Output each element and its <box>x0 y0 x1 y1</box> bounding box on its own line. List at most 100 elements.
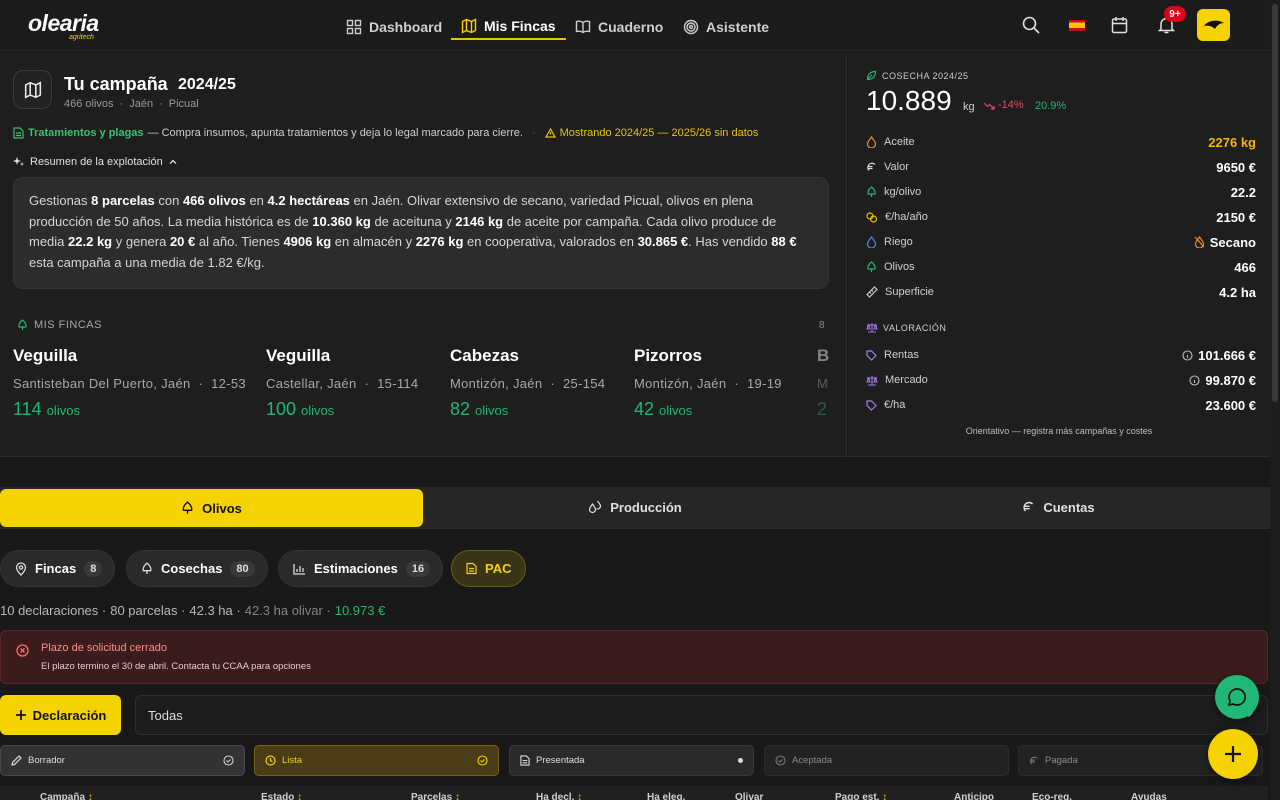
finca-location: Montizón, Jaén · 19-19 <box>634 376 782 391</box>
finca-location: Castellar, Jaén · 15-114 <box>266 376 418 391</box>
scrollbar-thumb[interactable] <box>1272 4 1278 402</box>
pill-pac[interactable]: PAC <box>451 550 527 587</box>
finca-card[interactable]: Veguilla Castellar, Jaén · 15-114 100 olivo… <box>266 346 418 420</box>
pill-count: 16 <box>405 560 431 577</box>
column-header-estado[interactable]: Estado ↕ <box>261 792 302 800</box>
status-step-aceptada[interactable]: Aceptada <box>764 745 1009 776</box>
harvest-row-olivos: Olivos 466 <box>866 257 1256 277</box>
status-step-presentada[interactable]: Presentada <box>509 745 754 776</box>
finca-ref: 15-114 <box>377 376 419 391</box>
row-value: 23.600 € <box>1205 397 1256 413</box>
summary-text: esta campaña a una media de 1.82 €/kg. <box>29 254 265 270</box>
finca-card[interactable]: Pizorros Montizón, Jaén · 19-19 42 olivos <box>634 346 782 420</box>
check-circle-icon <box>477 755 488 766</box>
status-step-lista[interactable]: Lista <box>254 745 499 776</box>
harvest-row-valor: Valor 9650 € <box>866 157 1256 177</box>
calendar-icon[interactable] <box>1111 16 1128 34</box>
nav-dashboard[interactable]: Dashboard <box>346 14 442 40</box>
finca-ref: 12-53 <box>211 376 246 391</box>
campaign-panel: Tu campaña 2024/25 466 olivos · Jaén · Pic… <box>0 52 847 457</box>
pill-label: PAC <box>485 561 512 576</box>
top-bar: olearia agritech Dashboard Mis Fincas Cu… <box>0 0 1280 51</box>
floating-add-button[interactable] <box>1208 729 1258 779</box>
finca-card[interactable]: B M 2 <box>817 346 829 420</box>
target-icon <box>683 19 699 35</box>
status-step-borrador[interactable]: Borrador <box>0 745 245 776</box>
column-header-anticipo[interactable]: Anticipo <box>954 792 994 800</box>
euro-icon <box>1022 501 1035 514</box>
separator: · <box>198 376 204 391</box>
column-header-campana[interactable]: Campaña ↕ <box>40 792 93 800</box>
valuation-heading-label: VALORACIÓN <box>883 322 947 333</box>
tab-olivos[interactable]: Olivos <box>0 489 423 527</box>
info-icon[interactable] <box>1189 374 1200 386</box>
harvest-heading-label: COSECHA 2024/25 <box>882 70 969 81</box>
summary-sold: 88 € <box>771 234 797 249</box>
water-icon <box>866 236 877 248</box>
column-header-parcelas[interactable]: Parcelas ↕ <box>411 792 460 800</box>
sparkles-icon <box>13 156 25 168</box>
summary-toggle[interactable]: Resumen de la explotación <box>13 156 178 168</box>
tree-icon <box>866 186 877 198</box>
finca-olivos-unit: olivos <box>475 403 509 418</box>
tab-produccion[interactable]: Producción <box>423 487 847 527</box>
pill-fincas[interactable]: Fincas 8 <box>0 550 116 587</box>
campaign-year: 2024/25 <box>178 76 236 93</box>
column-header-pago-est[interactable]: Pago est. ↕ <box>835 792 887 800</box>
document-icon <box>13 127 24 139</box>
page-scrollbar[interactable] <box>1270 0 1280 800</box>
sort-icon: ↕ <box>577 792 583 800</box>
summary-oil-kg: 2146 kg <box>455 213 504 229</box>
add-declaration-button[interactable]: Declaración <box>0 695 121 735</box>
column-header-olivar[interactable]: Olivar <box>735 792 763 800</box>
nav-mis-fincas-label: Mis Fincas <box>484 18 556 34</box>
pill-cosechas[interactable]: Cosechas 80 <box>126 550 268 587</box>
logo[interactable]: olearia agritech <box>28 10 108 42</box>
row-value-wrapper: 101.666 € <box>1182 348 1256 363</box>
user-avatar-button[interactable] <box>1197 9 1230 41</box>
finca-card[interactable]: Cabezas Montizón, Jaén · 25-154 82 olivos <box>450 346 605 420</box>
row-label: Riego <box>884 236 913 248</box>
finca-olivos-count: 100 <box>266 399 297 419</box>
harvest-delta-value: -14% <box>998 99 1024 111</box>
add-declaration-label: Declaración <box>32 707 107 723</box>
finca-location: M <box>817 376 829 391</box>
finca-olivos-unit: olivos <box>659 403 693 418</box>
nav-mis-fincas[interactable]: Mis Fincas <box>451 14 566 40</box>
column-label: Ha decl. <box>536 792 575 800</box>
info-icon[interactable] <box>1182 349 1193 361</box>
language-flag-icon[interactable] <box>1069 20 1085 31</box>
column-header-ha-eleg[interactable]: Ha eleg. <box>647 792 685 800</box>
column-header-eco-reg[interactable]: Eco-reg. <box>1032 792 1072 800</box>
finca-card[interactable]: Veguilla Santisteban Del Puerto, Jaén · 12… <box>13 346 246 420</box>
tree-icon <box>141 562 153 575</box>
separator: · <box>734 376 740 391</box>
finca-olivos-count: 114 <box>13 399 42 419</box>
tree-icon <box>17 319 28 331</box>
finca-olivos-unit: olivos <box>46 403 80 418</box>
step-label: Lista <box>282 755 303 766</box>
finca-loc-text: Castellar, Jaén <box>266 376 357 391</box>
finca-olivos: 114 olivos <box>13 399 246 420</box>
tab-cuentas[interactable]: Cuentas <box>847 487 1270 527</box>
column-header-ha-decl[interactable]: Ha decl. ↕ <box>536 792 582 800</box>
column-label: Olivar <box>735 792 764 800</box>
fincas-carousel[interactable]: Veguilla Santisteban Del Puerto, Jaén · 12… <box>0 332 829 452</box>
column-header-ayudas[interactable]: Ayudas <box>1131 792 1167 800</box>
treatments-link[interactable]: Tratamientos y plagas <box>28 127 144 139</box>
plus-icon <box>15 709 27 721</box>
row-label: Valor <box>884 161 909 173</box>
column-label: Anticipo <box>954 792 994 800</box>
row-label: Superficie <box>885 286 934 298</box>
nav-cuaderno[interactable]: Cuaderno <box>575 14 663 40</box>
finca-olivos: 42 olivos <box>634 399 782 420</box>
search-icon[interactable] <box>1022 16 1040 34</box>
summary-valued: 30.865 € <box>637 234 689 249</box>
nav-asistente[interactable]: Asistente <box>683 14 769 40</box>
pill-estimaciones[interactable]: Estimaciones 16 <box>278 550 444 587</box>
harvest-row-superficie: Superficie 4.2 ha <box>866 282 1256 302</box>
alert-title: Plazo de solicitud cerrado <box>41 642 167 654</box>
chat-button[interactable] <box>1215 675 1259 719</box>
summary-olive-hectares: 42.3 ha olivar · <box>244 603 331 618</box>
status-filter-select[interactable]: Todas <box>135 695 1268 735</box>
